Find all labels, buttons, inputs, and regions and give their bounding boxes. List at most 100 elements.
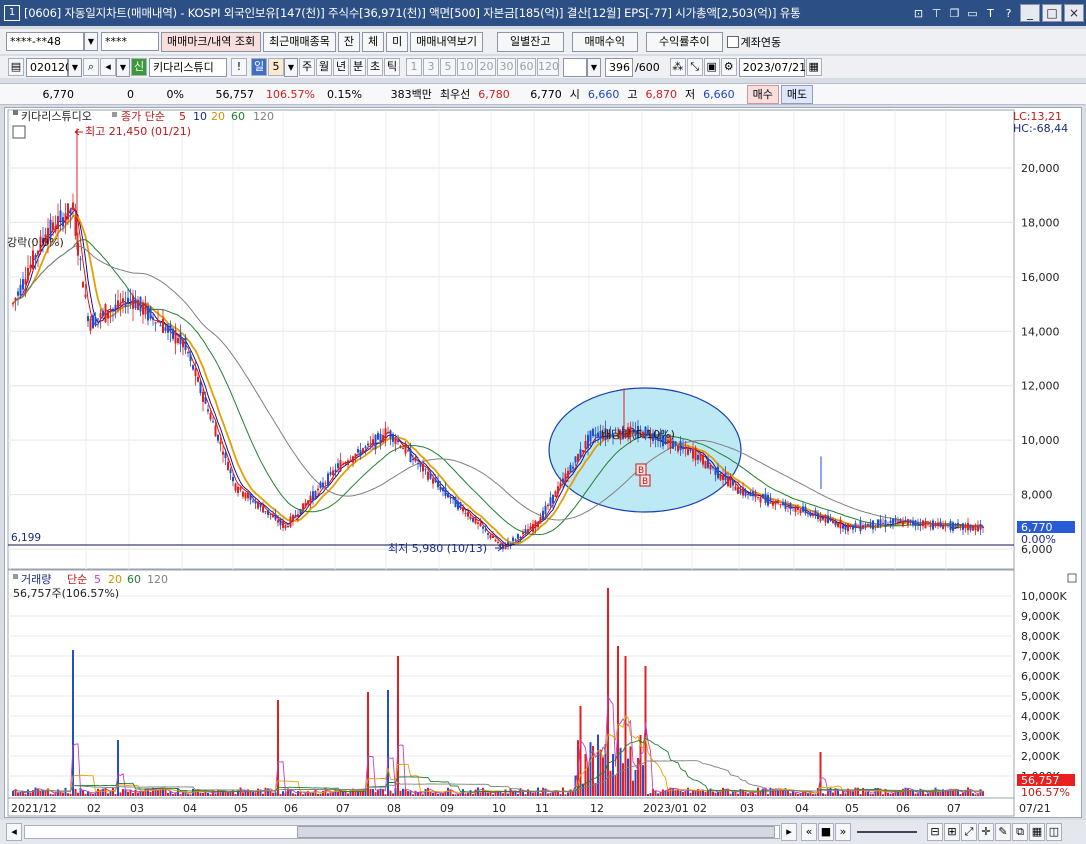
stock-code-input[interactable]: 020120 [26, 57, 72, 77]
save-icon[interactable]: ▣ [703, 58, 720, 76]
volume-bar [854, 787, 857, 796]
interval-20-button[interactable]: 20 [477, 58, 496, 76]
account-link-toggle[interactable]: 계좌연동 [726, 34, 781, 50]
price-y-axis: 20,000 18,000 16,000 14,000 12,000 10,000 8,00… [1021, 162, 1060, 556]
volume-bar [714, 792, 717, 796]
grid-icon[interactable]: ▦ [1029, 823, 1045, 841]
collapse-icon[interactable] [1067, 573, 1077, 583]
period-day-button[interactable]: 일 [251, 58, 267, 76]
sell-button[interactable]: 매도 [780, 84, 814, 104]
close-button[interactable]: × [1064, 4, 1084, 22]
settings-icon[interactable]: ⚙ [720, 58, 737, 76]
period-second-button[interactable]: 초 [367, 58, 383, 76]
date-input[interactable]: 2023/07/21 [738, 57, 806, 77]
maximize-button[interactable]: □ [1042, 4, 1062, 22]
account-dropdown-icon[interactable]: ▼ [84, 32, 98, 51]
help-icon[interactable]: ? [1001, 6, 1016, 21]
forward-icon[interactable]: » [835, 823, 851, 841]
trade-history-button[interactable]: 매매내역보기 [410, 31, 484, 52]
volume-bar [407, 791, 409, 796]
buy-button[interactable]: 매수 [746, 84, 779, 104]
candle-body [224, 452, 227, 459]
period-tick-button[interactable]: 틱 [384, 58, 400, 76]
volume-bar [29, 793, 32, 796]
zoom-slider[interactable] [857, 831, 917, 833]
horizontal-scrollbar[interactable] [24, 825, 780, 839]
volume-bar [157, 790, 159, 796]
volume-bar [927, 793, 929, 796]
account-input[interactable]: ****-**48 [6, 32, 84, 51]
layout-icon[interactable]: ▭ [965, 6, 980, 21]
interval-10-button[interactable]: 10 [457, 58, 476, 76]
interval-60-button[interactable]: 60 [517, 58, 536, 76]
duplicate-icon[interactable]: ❐ [947, 6, 962, 21]
font-icon[interactable]: T [983, 6, 998, 21]
fit-icon[interactable]: ⤢ [961, 823, 977, 841]
interval-30-button[interactable]: 30 [497, 58, 516, 76]
period-month-button[interactable]: 월 [316, 58, 332, 76]
period-dropdown-icon[interactable]: ▼ [284, 57, 298, 77]
scroll-left-icon[interactable]: ◂ [6, 823, 22, 841]
zoom-in-icon[interactable]: ⊞ [944, 823, 960, 841]
trade-profit-button[interactable]: 매매수익 [571, 31, 638, 52]
candle-body [329, 472, 332, 475]
candle-body [362, 448, 364, 454]
panel-icon[interactable]: ▤ [8, 58, 24, 76]
search-icon[interactable]: ⌕ [83, 58, 99, 76]
custom-interval-input[interactable] [563, 57, 587, 77]
candle-body [402, 448, 404, 450]
return-trend-button[interactable]: 수익률추이 [645, 31, 723, 52]
overlay-icon[interactable]: ⧉ [1012, 823, 1028, 841]
link-icon[interactable]: ⊡ [911, 6, 926, 21]
volume-bar [549, 792, 552, 796]
candle-body [409, 449, 412, 463]
candle-body [474, 517, 477, 524]
executed-button[interactable]: 체 [362, 31, 385, 52]
interval-1-button[interactable]: 1 [406, 58, 422, 76]
speaker-icon[interactable]: ◂ [100, 58, 116, 76]
daily-balance-button[interactable]: 일별잔고 [497, 31, 564, 52]
candle-body [289, 516, 292, 527]
period-year-button[interactable]: 년 [333, 58, 349, 76]
candle-body [114, 304, 117, 311]
period-week-button[interactable]: 주 [299, 58, 315, 76]
chart-area[interactable]: 20,000 18,000 16,000 14,000 12,000 10,000 8,00… [4, 107, 1082, 818]
trade-mark-query-button[interactable]: 매매마크/내역 조회 [161, 31, 262, 52]
price-volume-chart[interactable]: 20,000 18,000 16,000 14,000 12,000 10,000 8,00… [5, 108, 1081, 817]
period-value[interactable]: 5 [268, 58, 284, 76]
interval-3-button[interactable]: 3 [423, 58, 439, 76]
title-bar: 1 [0606] 자동일지차트(매매내역) - KOSPI 외국인보유[147(… [0, 0, 1086, 26]
draw-icon[interactable]: ✎ [995, 823, 1011, 841]
pin-icon[interactable]: ⊤ [929, 6, 944, 21]
zoom-icon[interactable]: ⤡ [686, 58, 703, 76]
bar-count-input[interactable]: 396 [605, 57, 633, 77]
interval-5-button[interactable]: 5 [440, 58, 456, 76]
code-dropdown-icon[interactable]: ▼ [68, 57, 82, 77]
period-minute-button[interactable]: 분 [350, 58, 366, 76]
crosshair-icon[interactable]: ✛ [978, 823, 994, 841]
stop-icon[interactable]: ■ [818, 823, 834, 841]
volume-bar [707, 790, 709, 796]
table-icon[interactable] [12, 125, 26, 139]
interval-120-button[interactable]: 120 [537, 58, 559, 76]
alert-icon[interactable]: ! [231, 58, 247, 76]
speaker-dropdown-icon[interactable]: ▼ [116, 57, 130, 77]
scrollbar-thumb[interactable] [297, 826, 775, 838]
chart-type-icon[interactable]: ◫ [1046, 823, 1062, 841]
rewind-icon[interactable]: « [801, 823, 817, 841]
zoom-out-icon[interactable]: ⊟ [927, 823, 943, 841]
scroll-right-icon[interactable]: ▸ [781, 823, 797, 841]
minimize-button[interactable]: _ [1020, 4, 1040, 22]
interval-dropdown-icon[interactable]: ▼ [587, 57, 601, 77]
tool-icon[interactable]: ⁂ [669, 58, 686, 76]
balance-button[interactable]: 잔 [337, 31, 361, 52]
recent-trades-button[interactable]: 최근매매종목 [263, 31, 336, 52]
unfilled-button[interactable]: 미 [386, 31, 409, 52]
candle-body [84, 294, 87, 298]
candle-body [277, 520, 279, 523]
candle-body [94, 316, 97, 326]
password-input[interactable]: **** [101, 32, 159, 51]
account-link-checkbox[interactable] [726, 35, 739, 48]
calendar-icon[interactable]: ▦ [805, 58, 822, 76]
candle-body [112, 308, 114, 311]
